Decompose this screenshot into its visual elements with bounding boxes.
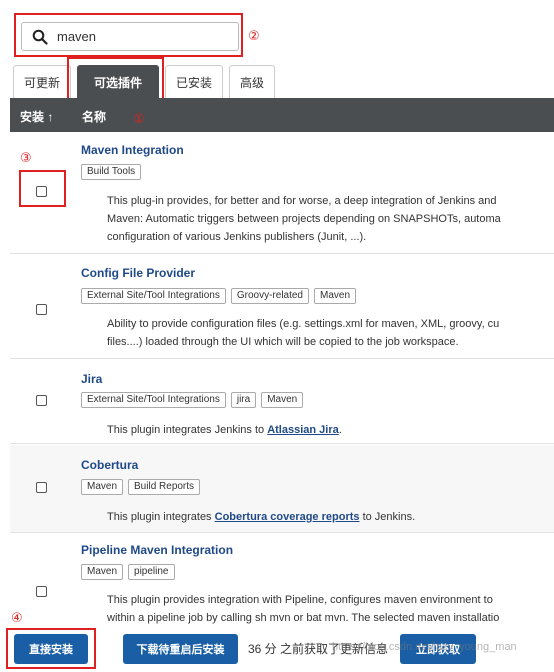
cobertura-coverage-link[interactable]: Cobertura coverage reports	[215, 511, 360, 523]
plugin-row-jira: Jira External Site/Tool Integrations jir…	[10, 360, 554, 444]
install-checkbox[interactable]	[36, 304, 47, 315]
plugin-description: Ability to provide configuration files (…	[107, 315, 499, 351]
install-checkbox[interactable]	[36, 482, 47, 493]
install-checkbox[interactable]	[36, 395, 47, 406]
description-text: to Jenkins.	[359, 511, 416, 523]
annotation-number-2: ②	[248, 29, 260, 44]
plugin-title[interactable]: Maven Integration	[81, 143, 184, 157]
tag[interactable]: Maven	[261, 392, 304, 408]
plugin-tags: Maven pipeline	[81, 564, 180, 580]
description-text: This plugin integrates Jenkins to	[107, 424, 268, 436]
tab-installed[interactable]: 已安装	[165, 65, 224, 98]
tab-advanced[interactable]: 高级	[229, 65, 276, 98]
annotation-number-1: ①	[133, 112, 145, 127]
description-line: This plugin provides integration with Pi…	[107, 594, 493, 606]
description-line: within a pipeline job by calling sh mvn …	[107, 612, 500, 624]
description-line: files....) loaded through the UI which w…	[107, 336, 459, 348]
plugin-row-cobertura: Cobertura Maven Build Reports This plugi…	[10, 445, 554, 533]
plugin-description: This plugin provides integration with Pi…	[107, 591, 499, 626]
plugin-description: This plugin integrates Jenkins to Atlass…	[107, 421, 342, 439]
tag[interactable]: Build Tools	[81, 164, 142, 180]
plugin-tags: External Site/Tool Integrations Groovy-r…	[81, 288, 361, 304]
description-line: This plug-in provides, for better and fo…	[107, 195, 497, 207]
tag[interactable]: jira	[230, 392, 257, 408]
plugin-row-pipeline-maven-integration: Pipeline Maven Integration Maven pipelin…	[10, 534, 554, 626]
annotation-number-4: ④	[11, 611, 23, 626]
column-header-install[interactable]: 安装 ↑	[20, 108, 53, 125]
tag[interactable]: External Site/Tool Integrations	[81, 288, 226, 304]
atlassian-jira-link[interactable]: Atlassian Jira	[267, 424, 339, 436]
annotation-box-install	[6, 628, 96, 669]
plugin-description: This plug-in provides, for better and fo…	[107, 192, 501, 246]
annotation-box-tab	[67, 57, 164, 104]
plugin-title[interactable]: Cobertura	[81, 458, 138, 472]
plugin-tags: External Site/Tool Integrations jira Mav…	[81, 392, 308, 408]
description-text: .	[338, 424, 342, 436]
table-header: 安装 ↑ 名称	[10, 98, 554, 132]
description-line: configuration of various Jenkins publish…	[107, 231, 367, 243]
plugin-description: This plugin integrates Cobertura coverag…	[107, 508, 415, 526]
install-after-restart-button[interactable]: 下载待重启后安装	[123, 634, 238, 664]
plugin-tags: Maven Build Reports	[81, 479, 205, 495]
tag[interactable]: Maven	[81, 479, 124, 495]
annotation-box-search	[14, 13, 243, 57]
tag[interactable]: pipeline	[128, 564, 175, 580]
tag[interactable]: Maven	[81, 564, 124, 580]
plugin-row-maven-integration: Maven Integration Build Tools This plug-…	[10, 132, 554, 254]
watermark: https://blog.csdn.net/lazy_young_man	[332, 641, 517, 653]
tag[interactable]: External Site/Tool Integrations	[81, 392, 226, 408]
plugin-title[interactable]: Jira	[81, 372, 102, 386]
plugin-title[interactable]: Pipeline Maven Integration	[81, 543, 233, 557]
plugin-title[interactable]: Config File Provider	[81, 266, 195, 280]
install-checkbox[interactable]	[36, 586, 47, 597]
annotation-number-3: ③	[20, 151, 32, 166]
annotation-box-checkbox	[19, 170, 66, 207]
description-text: This plugin integrates	[107, 511, 215, 523]
plugin-tags: Build Tools	[81, 164, 146, 180]
description-line: Maven: Automatic triggers between projec…	[107, 213, 501, 225]
tag[interactable]: Groovy-related	[230, 288, 309, 304]
column-header-name[interactable]: 名称	[82, 108, 106, 125]
tag[interactable]: Maven	[314, 288, 357, 304]
description-line: Ability to provide configuration files (…	[107, 318, 500, 330]
plugin-row-config-file-provider: Config File Provider External Site/Tool …	[10, 255, 554, 359]
tag[interactable]: Build Reports	[128, 479, 201, 495]
tab-updates[interactable]: 可更新	[13, 65, 72, 98]
